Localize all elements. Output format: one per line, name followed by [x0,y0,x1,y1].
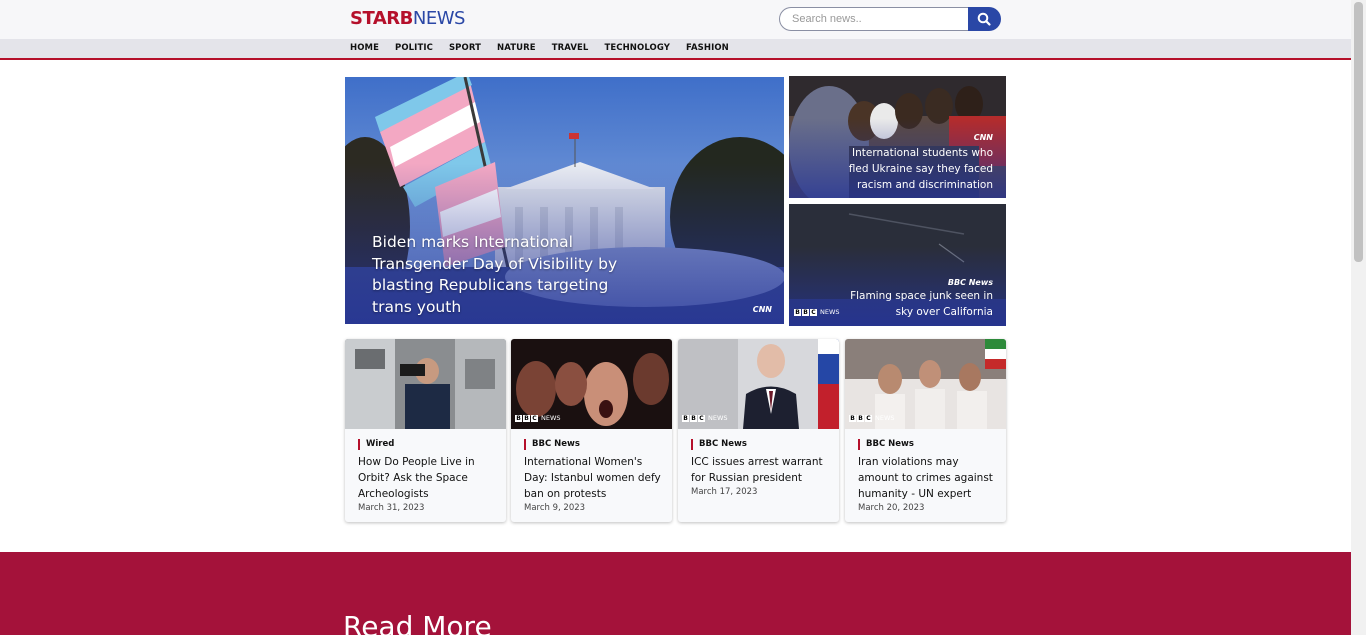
bbc-news-watermark: B B C NEWS [794,308,840,316]
card-1-headline[interactable]: How Do People Live in Orbit? Ask the Spa… [358,454,498,502]
card-3-date: March 17, 2023 [691,487,758,497]
bbc-news-watermark: B B C NEWS [849,414,895,422]
news-card-2[interactable]: B B C NEWS BBC News International Women's D… [511,339,672,522]
page: STARBNEWS HOME POLITIC SPORT NATURE TRAV… [0,0,1351,635]
logo-news-text: NEWS [412,8,466,29]
side-story-1-source: CNN [973,133,993,142]
read-more-section: Read More [0,552,1351,635]
search-button[interactable] [968,7,1001,31]
card-4-image: B B C NEWS [845,339,1006,429]
search-form [779,7,1001,31]
side-story-2-headline[interactable]: Flaming space junk seen in sky over Cali… [843,288,993,320]
main-navigation: HOME POLITIC SPORT NATURE TRAVEL TECHNOL… [0,39,1351,60]
nav-sport[interactable]: SPORT [449,39,481,58]
nav-home[interactable]: HOME [350,39,379,58]
bbc-news-watermark: B B C NEWS [515,414,561,422]
bbc-news-watermark: B B C NEWS [682,414,728,422]
news-card-4[interactable]: B B C NEWS BBC News Iran violations may amo… [845,339,1006,522]
side-story-1[interactable]: CNN International students who fled Ukra… [789,76,1006,198]
card-4-source: BBC News [858,439,914,450]
news-card-3[interactable]: B B C NEWS BBC News ICC issues arrest warra… [678,339,839,522]
card-3-headline[interactable]: ICC issues arrest warrant for Russian pr… [691,454,831,486]
card-1-date: March 31, 2023 [358,503,425,513]
card-2-source: BBC News [524,439,580,450]
hero-headline[interactable]: Biden marks International Transgender Da… [372,232,622,318]
card-2-headline[interactable]: International Women's Day: Istanbul wome… [524,454,664,502]
nav-fashion[interactable]: FASHION [686,39,729,58]
card-3-source: BBC News [691,439,747,450]
search-input[interactable] [779,7,969,31]
card-3-image: B B C NEWS [678,339,839,429]
card-4-date: March 20, 2023 [858,503,925,513]
card-1-image [345,339,506,429]
nav-nature[interactable]: NATURE [497,39,536,58]
side-story-2[interactable]: B B C NEWS BBC News Flaming space junk seen… [789,204,1006,326]
hero-story[interactable]: Biden marks International Transgender Da… [345,77,784,324]
search-icon [977,12,991,26]
hero-source: CNN [752,305,772,314]
card-1-source: Wired [358,439,394,450]
side-story-1-headline[interactable]: International students who fled Ukraine … [843,145,993,193]
logo-starb-text: STARB [350,8,413,29]
site-logo[interactable]: STARBNEWS [350,8,465,29]
card-2-image: B B C NEWS [511,339,672,429]
card-4-headline[interactable]: Iran violations may amount to crimes aga… [858,454,998,502]
read-more-heading: Read More [343,610,492,635]
side-story-2-source: BBC News [947,278,993,287]
card-2-date: March 9, 2023 [524,503,586,513]
page-scrollbar[interactable] [1351,0,1366,635]
nav-technology[interactable]: TECHNOLOGY [604,39,670,58]
top-header: STARBNEWS [0,0,1351,39]
nav-politic[interactable]: POLITIC [395,39,433,58]
nav-travel[interactable]: TRAVEL [552,39,589,58]
news-card-1[interactable]: Wired How Do People Live in Orbit? Ask t… [345,339,506,522]
scrollbar-thumb[interactable] [1354,2,1363,262]
